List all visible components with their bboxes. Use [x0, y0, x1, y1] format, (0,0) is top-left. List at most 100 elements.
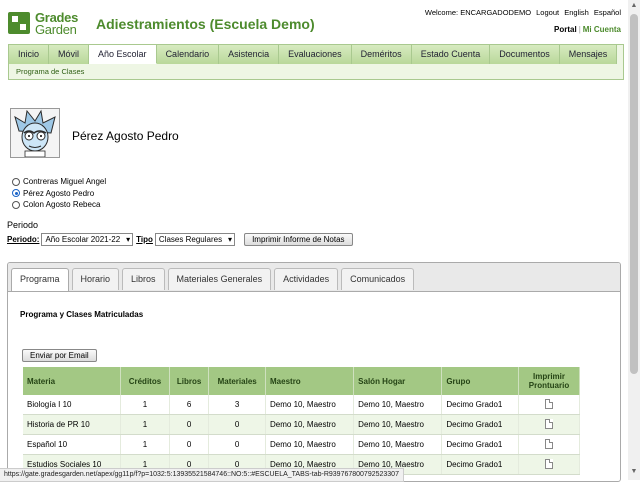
- cell-prontuario: [518, 434, 580, 455]
- cell-materiales: 0: [208, 434, 267, 455]
- student-name: Pérez Agosto Pedro: [72, 129, 179, 143]
- avatar-portrait-icon: [14, 109, 56, 158]
- send-email-button[interactable]: Enviar por Email: [22, 349, 97, 362]
- cell-maestro: Demo 10, Maestro: [265, 395, 355, 415]
- classes-table: Materia Créditos Libros Materiales Maest…: [23, 367, 580, 475]
- cell-prontuario: [518, 454, 580, 475]
- nav-tab-estado-cuenta[interactable]: Estado Cuenta: [411, 45, 491, 64]
- radio-button[interactable]: [12, 177, 20, 186]
- main-nav: Inicio Móvil Año Escolar Calendario Asis…: [8, 44, 624, 80]
- tab-materiales-generales[interactable]: Materiales Generales: [167, 268, 272, 290]
- col-salon-hogar[interactable]: Salón Hogar: [353, 367, 443, 395]
- student-avatar: [10, 108, 60, 158]
- nav-tab-calendario[interactable]: Calendario: [156, 45, 220, 64]
- tab-actividades[interactable]: Actividades: [274, 268, 339, 290]
- col-materiales[interactable]: Materiales: [208, 367, 267, 395]
- portal-separator: |: [578, 25, 581, 34]
- tab-comunicados[interactable]: Comunicados: [341, 268, 415, 290]
- student-option[interactable]: Colon Agosto Rebeca: [12, 199, 106, 211]
- scroll-thumb[interactable]: [630, 14, 638, 374]
- col-maestro[interactable]: Maestro: [265, 367, 355, 395]
- student-option[interactable]: Pérez Agosto Pedro: [12, 188, 106, 200]
- cell-materia: Biología I 10: [23, 395, 122, 415]
- english-link[interactable]: English: [564, 8, 589, 17]
- cell-grupo: Decimo Grado1: [441, 414, 519, 435]
- document-icon[interactable]: [545, 438, 553, 449]
- grades-garden-logo[interactable]: Grades Garden: [8, 10, 88, 37]
- welcome-text: Welcome: ENCARGADODEMO: [424, 8, 532, 17]
- nav-tabs: Inicio Móvil Año Escolar Calendario Asis…: [9, 45, 618, 64]
- tab-strip: Programa Horario Libros Materiales Gener…: [8, 263, 620, 292]
- cell-creditos: 1: [120, 414, 170, 435]
- nav-tab-inicio[interactable]: Inicio: [9, 45, 50, 64]
- student-option-label: Colon Agosto Rebeca: [23, 200, 101, 210]
- top-links: Welcome: ENCARGADODEMO Logout English Es…: [422, 8, 621, 17]
- cell-materia: Historia de PR 10: [23, 414, 122, 435]
- cell-grupo: Decimo Grado1: [441, 454, 519, 475]
- periodo-label: Periodo:: [7, 235, 40, 244]
- logout-link[interactable]: Logout: [536, 8, 559, 17]
- table-row: Biología I 10 1 6 3 Demo 10, Maestro Dem…: [23, 395, 580, 415]
- nav-tab-documentos[interactable]: Documentos: [490, 45, 560, 64]
- mi-cuenta-link[interactable]: Mi Cuenta: [583, 25, 621, 34]
- cell-salon-hogar: Demo 10, Maestro: [353, 434, 443, 455]
- col-libros[interactable]: Libros: [169, 367, 210, 395]
- periodo-select[interactable]: Año Escolar 2021-22: [41, 233, 134, 246]
- periodo-heading: Periodo: [7, 220, 39, 230]
- cell-prontuario: [518, 395, 580, 415]
- student-option[interactable]: Contreras Miguel Angel: [12, 176, 106, 188]
- cell-creditos: 1: [120, 434, 170, 455]
- cell-libros: 0: [169, 434, 210, 455]
- col-grupo[interactable]: Grupo: [441, 367, 519, 395]
- nav-tab-movil[interactable]: Móvil: [49, 45, 90, 64]
- table-header-row: Materia Créditos Libros Materiales Maest…: [23, 367, 580, 395]
- scroll-up-arrow-icon[interactable]: ▲: [628, 0, 640, 12]
- col-creditos[interactable]: Créditos: [120, 367, 170, 395]
- portal-link[interactable]: Portal: [554, 25, 577, 34]
- school-title: Adiestramientos (Escuela Demo): [96, 16, 315, 32]
- page-scrollbar[interactable]: ▲ ▼: [628, 0, 640, 480]
- tab-horario[interactable]: Horario: [71, 268, 120, 290]
- cell-maestro: Demo 10, Maestro: [265, 414, 355, 435]
- tabs-panel: Programa Horario Libros Materiales Gener…: [7, 262, 621, 482]
- student-option-label: Contreras Miguel Angel: [23, 177, 107, 187]
- cell-materiales: 3: [208, 395, 267, 415]
- radio-button-selected[interactable]: [12, 189, 20, 198]
- print-report-button[interactable]: Imprimir Informe de Notas: [244, 233, 353, 246]
- tipo-label: Tipo: [136, 235, 153, 244]
- cell-creditos: 1: [120, 395, 170, 415]
- tipo-select[interactable]: Clases Regulares: [154, 233, 236, 246]
- cell-libros: 0: [169, 414, 210, 435]
- cell-prontuario: [518, 414, 580, 435]
- cell-grupo: Decimo Grado1: [441, 395, 519, 415]
- col-materia[interactable]: Materia: [23, 367, 122, 395]
- document-icon[interactable]: [545, 458, 553, 469]
- table-row: Historia de PR 10 1 0 0 Demo 10, Maestro…: [23, 414, 580, 435]
- student-selector: Contreras Miguel Angel Pérez Agosto Pedr…: [12, 176, 106, 211]
- cell-libros: 6: [169, 395, 210, 415]
- espanol-link[interactable]: Español: [594, 8, 621, 17]
- nav-tab-demeritos[interactable]: Deméritos: [351, 45, 412, 64]
- tab-libros[interactable]: Libros: [122, 268, 165, 290]
- document-icon[interactable]: [545, 398, 553, 409]
- tab-list: Programa Horario Libros Materiales Gener…: [11, 268, 417, 291]
- radio-button[interactable]: [12, 200, 20, 209]
- student-option-label: Pérez Agosto Pedro: [23, 188, 95, 198]
- section-title: Programa y Clases Matriculadas: [20, 310, 144, 319]
- logo-text-line2: Garden: [35, 22, 77, 37]
- cell-grupo: Decimo Grado1: [441, 434, 519, 455]
- sub-nav-programa-de-clases[interactable]: Programa de Clases: [16, 67, 84, 76]
- nav-tab-mensajes[interactable]: Mensajes: [559, 45, 618, 64]
- logo-mark-icon: [8, 12, 30, 34]
- periodo-controls: Periodo: Año Escolar 2021-22 Tipo Clases…: [7, 233, 353, 246]
- cell-materiales: 0: [208, 414, 267, 435]
- tab-programa[interactable]: Programa: [11, 268, 69, 291]
- cell-salon-hogar: Demo 10, Maestro: [353, 395, 443, 415]
- scroll-down-arrow-icon[interactable]: ▼: [628, 466, 640, 478]
- document-icon[interactable]: [545, 418, 553, 429]
- nav-tab-evaluaciones[interactable]: Evaluaciones: [279, 45, 352, 64]
- cell-maestro: Demo 10, Maestro: [265, 434, 355, 455]
- portal-links: Portal | Mi Cuenta: [554, 25, 621, 34]
- nav-tab-asistencia[interactable]: Asistencia: [219, 45, 280, 64]
- nav-tab-ano-escolar[interactable]: Año Escolar: [89, 45, 157, 64]
